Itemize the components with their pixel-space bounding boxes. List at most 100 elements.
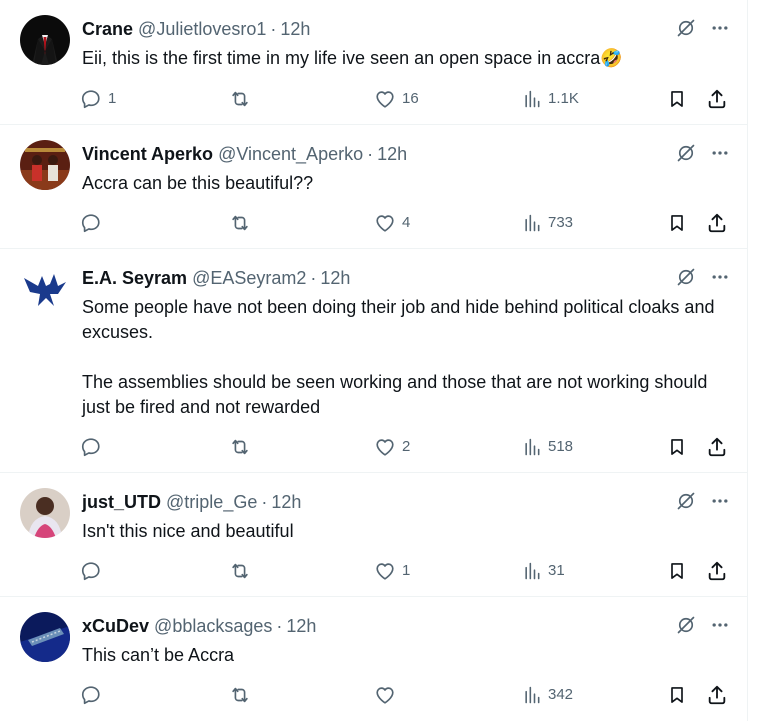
tweet[interactable]: xCuDev @bblacksages · 12h This can’t be Ac…: [0, 597, 747, 721]
tweet-top-actions: [676, 18, 730, 38]
avatar-image: [20, 264, 70, 314]
views-button[interactable]: 733: [522, 211, 573, 235]
separator: ·: [367, 144, 374, 164]
reply-icon: [81, 90, 100, 109]
views-icon: [525, 686, 540, 704]
tweet-header: E.A. Seyram @EASeyram2 · 12h: [82, 267, 350, 289]
avatar[interactable]: [20, 612, 70, 662]
reply-icon: [81, 562, 100, 581]
retweet-icon: [232, 439, 248, 455]
views-button[interactable]: 31: [522, 559, 565, 583]
retweet-button[interactable]: [229, 87, 257, 111]
like-button[interactable]: 1: [374, 559, 410, 583]
like-count: 16: [402, 90, 419, 107]
more-icon[interactable]: [710, 491, 730, 511]
timestamp[interactable]: 12h: [280, 19, 310, 39]
bookmark-button[interactable]: [667, 683, 687, 707]
grok-icon[interactable]: [676, 615, 696, 635]
timestamp[interactable]: 12h: [271, 492, 301, 512]
author-handle[interactable]: @triple_Ge: [166, 492, 257, 512]
tweet-actions: 342: [0, 683, 747, 707]
bookmark-button[interactable]: [667, 435, 687, 459]
retweet-button[interactable]: [229, 559, 257, 583]
more-icon[interactable]: [710, 143, 730, 163]
grok-icon[interactable]: [676, 18, 696, 38]
tweet-actions: 1 16 1.1K: [0, 87, 747, 111]
views-icon: [525, 562, 540, 580]
reply-button[interactable]: 1: [80, 87, 116, 111]
author-handle[interactable]: @EASeyram2: [192, 268, 306, 288]
more-icon[interactable]: [710, 267, 730, 287]
grok-icon[interactable]: [676, 267, 696, 287]
reply-button[interactable]: [80, 559, 108, 583]
like-count: 4: [402, 214, 411, 231]
separator: ·: [276, 616, 283, 636]
like-button[interactable]: 4: [374, 211, 410, 235]
views-icon: [525, 90, 540, 108]
tweet-actions: 4 733: [0, 211, 747, 235]
more-icon[interactable]: [710, 615, 730, 635]
author-name[interactable]: just_UTD: [82, 492, 161, 512]
avatar[interactable]: [20, 140, 70, 190]
like-count: 1: [402, 562, 411, 579]
avatar-image: [20, 15, 70, 65]
avatar[interactable]: [20, 264, 70, 314]
tweet-text: This can’t be Accra: [82, 645, 235, 665]
tweet-header: Vincent Aperko @Vincent_Aperko · 12h: [82, 143, 407, 165]
tweet[interactable]: just_UTD @triple_Ge · 12h Isn't this nice …: [0, 473, 747, 597]
share-button[interactable]: [706, 87, 728, 111]
reply-icon: [81, 438, 100, 457]
views-icon: [525, 438, 540, 456]
like-button[interactable]: [374, 683, 402, 707]
timestamp[interactable]: 12h: [320, 268, 350, 288]
bookmark-icon: [671, 563, 683, 579]
retweet-button[interactable]: [229, 435, 257, 459]
share-button[interactable]: [706, 435, 728, 459]
views-button[interactable]: 1.1K: [522, 87, 579, 111]
tweet[interactable]: E.A. Seyram @EASeyram2 · 12h Some people h…: [0, 249, 747, 473]
avatar[interactable]: [20, 488, 70, 538]
bookmark-button[interactable]: [667, 211, 687, 235]
tweet-top-actions: [676, 143, 730, 163]
separator: ·: [270, 19, 277, 39]
tweet[interactable]: Crane @Julietlovesro1 · 12h Eii, this is t…: [0, 0, 747, 125]
grok-icon[interactable]: [676, 143, 696, 163]
author-handle[interactable]: @Julietlovesro1: [138, 19, 266, 39]
retweet-button[interactable]: [229, 683, 257, 707]
timestamp[interactable]: 12h: [377, 144, 407, 164]
views-button[interactable]: 342: [522, 683, 573, 707]
avatar-image: [20, 612, 70, 662]
bookmark-icon: [671, 91, 683, 107]
tweet[interactable]: Vincent Aperko @Vincent_Aperko · 12h Accra…: [0, 125, 747, 249]
retweet-button[interactable]: [229, 211, 257, 235]
author-name[interactable]: Vincent Aperko: [82, 144, 213, 164]
like-button[interactable]: 16: [374, 87, 419, 111]
retweet-icon: [232, 215, 248, 231]
more-icon[interactable]: [710, 18, 730, 38]
like-icon: [376, 563, 394, 580]
timestamp[interactable]: 12h: [286, 616, 316, 636]
like-button[interactable]: 2: [374, 435, 410, 459]
author-handle[interactable]: @Vincent_Aperko: [218, 144, 363, 164]
author-name[interactable]: E.A. Seyram: [82, 268, 187, 288]
share-icon: [708, 213, 726, 233]
tweet-actions: 2 518: [0, 435, 747, 459]
author-name[interactable]: xCuDev: [82, 616, 149, 636]
tweet-header: xCuDev @bblacksages · 12h: [82, 615, 316, 637]
reply-button[interactable]: [80, 211, 108, 235]
share-button[interactable]: [706, 683, 728, 707]
views-count: 733: [548, 214, 574, 231]
grok-icon[interactable]: [676, 491, 696, 511]
reply-button[interactable]: [80, 683, 108, 707]
share-button[interactable]: [706, 211, 728, 235]
reply-button[interactable]: [80, 435, 108, 459]
share-button[interactable]: [706, 559, 728, 583]
bookmark-button[interactable]: [667, 559, 687, 583]
bookmark-button[interactable]: [667, 87, 687, 111]
author-handle[interactable]: @bblacksages: [154, 616, 272, 636]
share-icon: [708, 561, 726, 581]
author-name[interactable]: Crane: [82, 19, 133, 39]
views-button[interactable]: 518: [522, 435, 573, 459]
avatar[interactable]: [20, 15, 70, 65]
like-count: 2: [402, 438, 411, 455]
